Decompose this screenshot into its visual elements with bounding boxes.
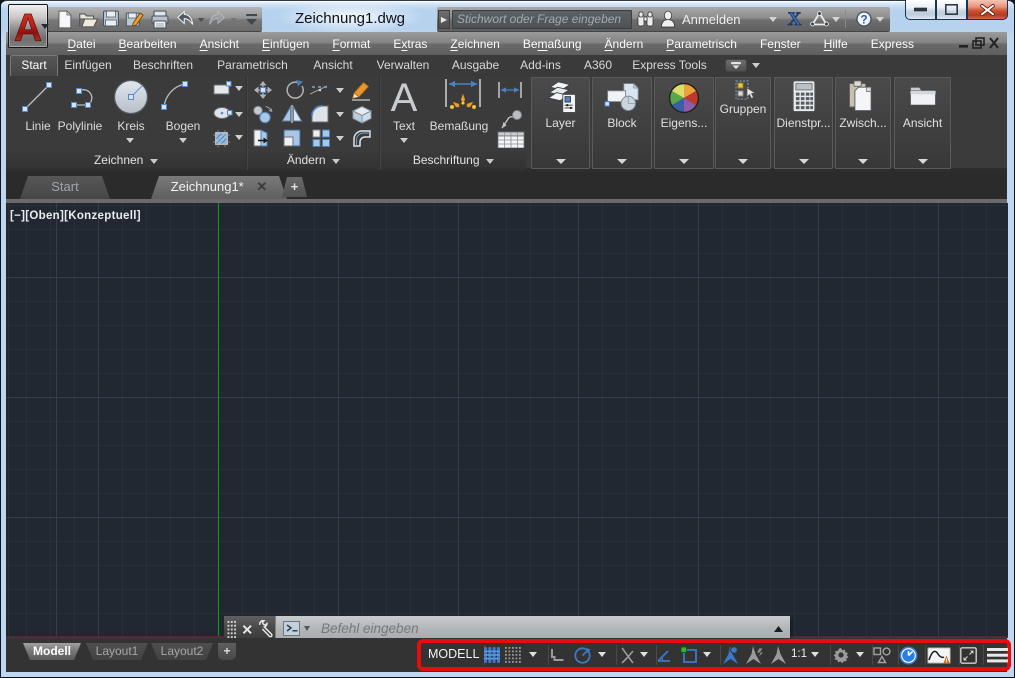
svg-text:A: A: [391, 77, 418, 117]
svg-text:?: ?: [860, 15, 867, 27]
svg-text:A: A: [14, 7, 42, 47]
svg-text:X: X: [787, 9, 801, 29]
svg-text:!: !: [946, 658, 948, 664]
